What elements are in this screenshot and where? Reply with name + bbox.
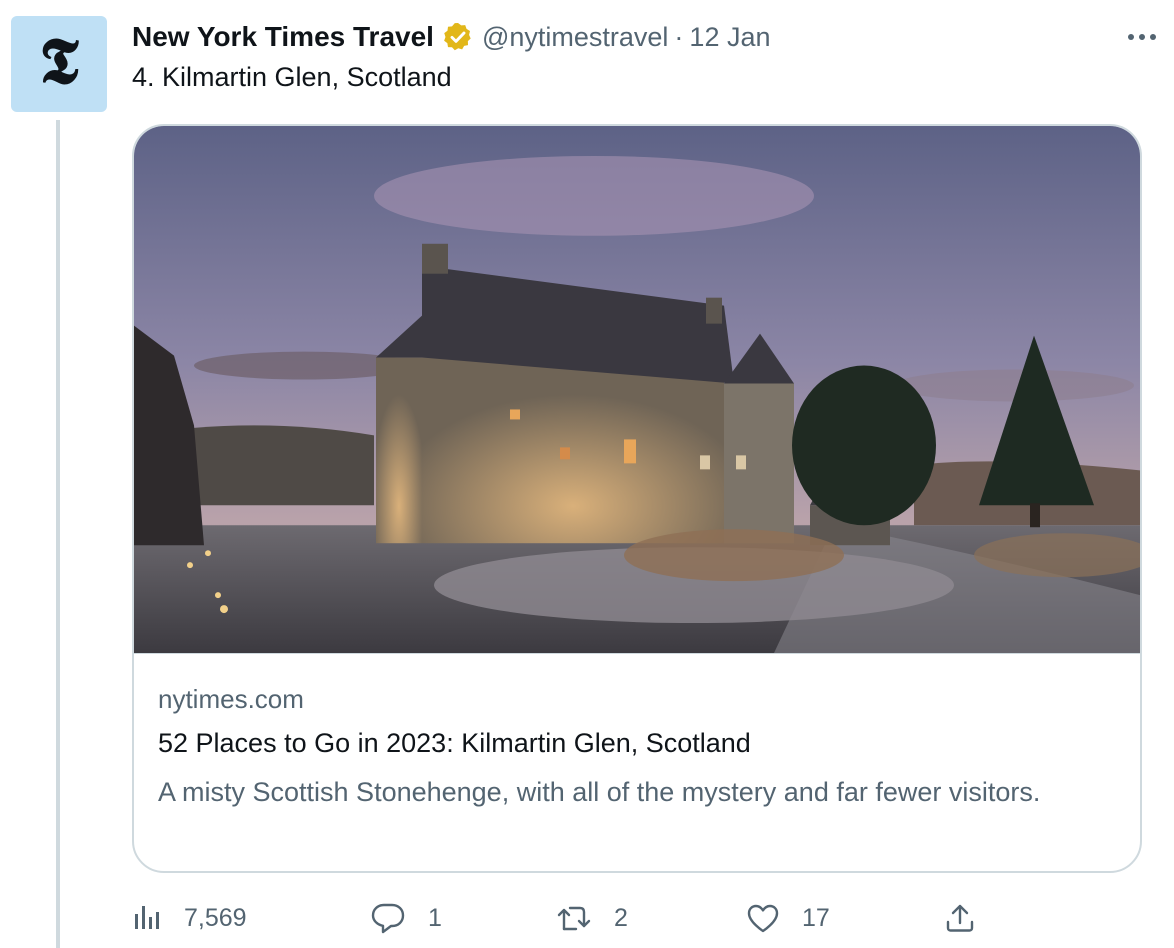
views-icon [132,903,162,933]
card-title[interactable]: 52 Places to Go in 2023: Kilmartin Glen,… [158,728,751,759]
card-description: A misty Scottish Stonehenge, with all of… [158,777,1041,807]
link-card[interactable]: nytimes.com 52 Places to Go in 2023: Kil… [132,124,1142,873]
verified-icon[interactable] [442,21,474,53]
card-domain[interactable]: nytimes.com [158,684,304,715]
retweet-icon [556,903,592,933]
avatar[interactable]: 𝕿 [11,16,107,112]
more-dots-icon[interactable] [1124,22,1160,52]
handle[interactable]: @nytimestravel [482,22,668,53]
thread-line [56,120,60,948]
tweet-date[interactable]: 12 Jan [689,22,770,53]
reply-icon [370,902,406,934]
tweet-actions: 7,569 1 2 17 [132,896,992,940]
tweet-text: 4. Kilmartin Glen, Scotland [132,62,452,92]
like-count: 17 [802,903,830,932]
like-button[interactable]: 17 [746,896,830,940]
retweet-button[interactable]: 2 [556,896,628,940]
display-name[interactable]: New York Times Travel [132,21,434,53]
like-icon [746,903,780,933]
nyt-logo: 𝕿 [39,24,79,99]
reply-button[interactable]: 1 [370,896,442,940]
reply-count: 1 [428,903,442,932]
share-button[interactable] [944,896,976,940]
tweet-header: New York Times Travel @nytimestravel · 1… [132,18,771,56]
separator-dot: · [674,21,684,52]
retweet-count: 2 [614,903,628,932]
share-icon [944,902,976,934]
views-button[interactable]: 7,569 [132,896,247,940]
castle-photo[interactable] [134,126,1140,654]
views-count: 7,569 [184,903,247,932]
